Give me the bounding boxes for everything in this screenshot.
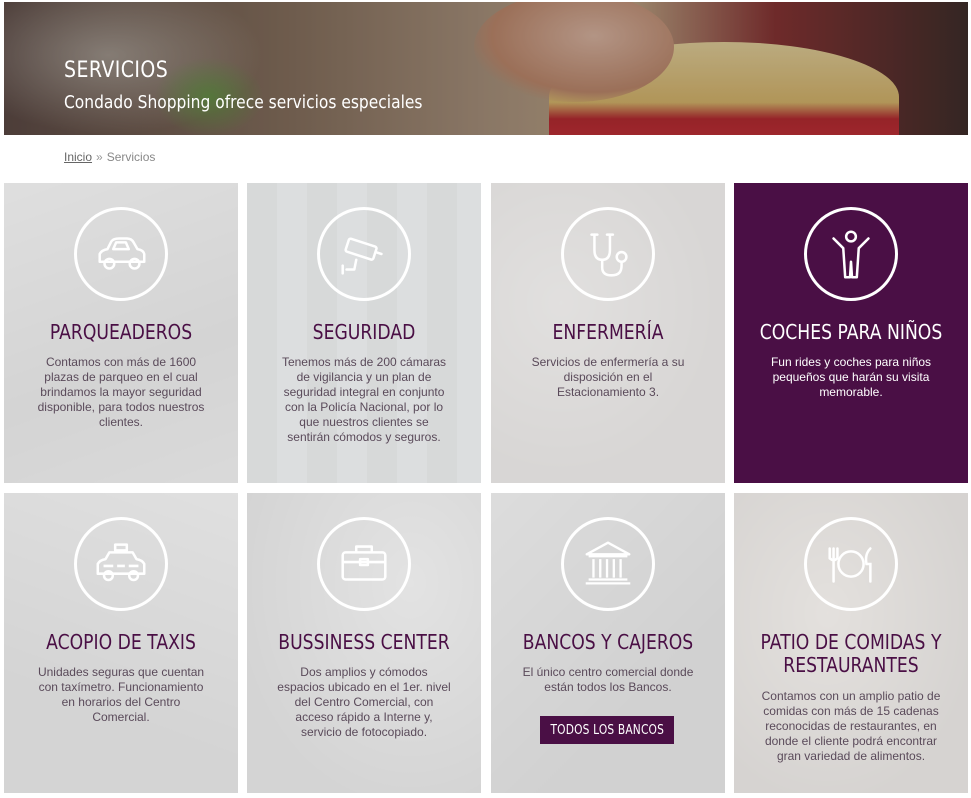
service-title: COCHES PARA NIÑOS xyxy=(759,320,943,344)
service-description: Tenemos más de 200 cámaras de vigilancia… xyxy=(281,355,447,444)
service-title: BANCOS Y CAJEROS xyxy=(522,630,694,654)
service-description: Contamos con más de 1600 plazas de parqu… xyxy=(37,355,205,429)
service-title: PATIO DE COMIDAS Y RESTAURANTES xyxy=(760,630,942,677)
all-banks-button[interactable]: TODOS LOS BANCOS xyxy=(540,716,674,744)
service-card-seguridad[interactable]: SEGURIDAD Tenemos más de 200 cámaras de … xyxy=(247,183,481,483)
service-card-acopio-de-taxis[interactable]: ACOPIO DE TAXIS Unidades seguras que cue… xyxy=(4,493,238,793)
service-description: Contamos con un amplio patio de comidas … xyxy=(761,689,941,763)
service-title: PARQUEADEROS xyxy=(49,320,193,344)
breadcrumb-separator: » xyxy=(96,150,103,164)
service-description: Servicios de enfermería a su disposición… xyxy=(531,355,685,399)
plate-cutlery-icon xyxy=(804,517,898,611)
hero-banner: SERVICIOS Condado Shopping ofrece servic… xyxy=(4,2,968,135)
child-icon xyxy=(804,207,898,301)
service-card-bussiness-center[interactable]: BUSSINESS CENTER Dos amplios y cómodos e… xyxy=(247,493,481,793)
taxi-icon xyxy=(74,517,168,611)
service-card-bancos-y-cajeros[interactable]: BANCOS Y CAJEROS El único centro comerci… xyxy=(491,493,725,793)
bank-icon xyxy=(561,517,655,611)
service-description: El único centro comercial donde están to… xyxy=(522,665,694,694)
service-title: BUSSINESS CENTER xyxy=(278,630,450,654)
service-card-parqueaderos[interactable]: PARQUEADEROS Contamos con más de 1600 pl… xyxy=(4,183,238,483)
service-card-coches-para-ninos[interactable]: COCHES PARA NIÑOS Fun rides y coches par… xyxy=(734,183,968,483)
page-title: SERVICIOS xyxy=(64,58,169,83)
all-banks-button-label: TODOS LOS BANCOS xyxy=(550,722,664,738)
service-card-patio-de-comidas[interactable]: PATIO DE COMIDAS Y RESTAURANTES Contamos… xyxy=(734,493,968,793)
stethoscope-icon xyxy=(561,207,655,301)
breadcrumb-home-link[interactable]: Inicio xyxy=(64,150,92,164)
service-description: Dos amplios y cómodos espacios ubicado e… xyxy=(277,665,451,739)
service-title: ENFERMERÍA xyxy=(552,320,664,344)
cctv-icon xyxy=(317,207,411,301)
breadcrumb: Inicio » Servicios xyxy=(64,150,155,164)
service-title: ACOPIO DE TAXIS xyxy=(46,630,196,654)
briefcase-icon xyxy=(317,517,411,611)
service-description: Unidades seguras que cuentan con taxímet… xyxy=(37,665,205,724)
breadcrumb-current: Servicios xyxy=(106,150,156,164)
service-card-enfermeria[interactable]: ENFERMERÍA Servicios de enfermería a su … xyxy=(491,183,725,483)
service-description: Fun rides y coches para niños pequeños q… xyxy=(770,355,932,399)
page-subtitle: Condado Shopping ofrece servicios especi… xyxy=(64,92,423,113)
car-icon xyxy=(74,207,168,301)
service-title: SEGURIDAD xyxy=(312,320,416,344)
